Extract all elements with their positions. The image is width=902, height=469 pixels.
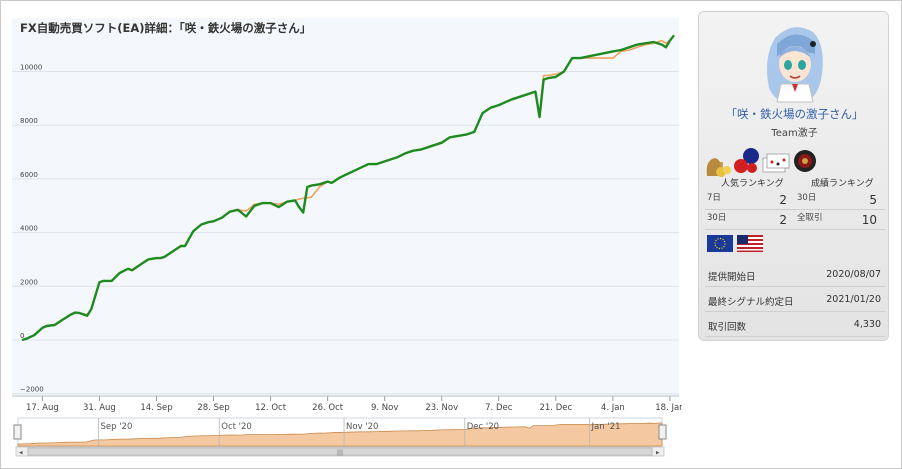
navigator-month-label: Oct '20 xyxy=(221,422,252,432)
navigator-month-label: Dec '20 xyxy=(467,422,499,432)
info-value: 2020/08/07 xyxy=(826,269,881,280)
info-label: 提供開始日 xyxy=(708,272,756,283)
x-tick-label: 4. Jan xyxy=(601,403,625,413)
roulette-icon xyxy=(794,150,816,172)
x-tick-label: 14. Sep xyxy=(140,403,172,413)
x-tick-label: 18. Jan xyxy=(655,403,682,413)
signal-profile-card: 「咲・鉄火場の激子さん」 Team激子 人気ランキング 成績ランキング 7日 2… xyxy=(698,11,889,341)
speech-bubbles-icon xyxy=(734,148,759,173)
us-flag-icon xyxy=(737,235,763,252)
y-tick-label: 4000 xyxy=(20,225,38,233)
navigator-month-label: Nov '20 xyxy=(346,422,378,432)
stat-cell: 7日 2 xyxy=(705,190,793,210)
navigator-left-handle[interactable] xyxy=(13,424,22,440)
chart-container: −2000 0 2000 4000 6000 8000 10000 17. Aug 31. A… xyxy=(6,14,682,464)
stat-value: 2 xyxy=(779,193,787,207)
stat-label: 30日 xyxy=(797,193,817,203)
info-value: 4,330 xyxy=(853,319,881,330)
info-row: 取引回数 4,330 xyxy=(705,312,885,337)
signal-info: 提供開始日 2020/08/07 最終シグナル約定日 2021/01/20 取引… xyxy=(705,262,885,337)
stat-label: 30日 xyxy=(707,213,727,223)
team-name: Team激子 xyxy=(771,128,818,139)
scroll-left-arrow[interactable]: ◂ xyxy=(19,449,23,457)
stats-row: 30日 2 全取引 10 xyxy=(705,210,885,230)
info-label: 取引回数 xyxy=(708,322,747,333)
info-value: 2021/01/20 xyxy=(826,294,881,305)
signal-name-link[interactable]: 「咲・鉄火場の激子さん」 xyxy=(699,106,890,122)
chart-title: FX自動売買ソフト(EA)詳細：「咲・鉄火場の激子さん」 xyxy=(20,21,311,35)
stat-value: 2 xyxy=(779,213,787,227)
navigator-right-handle[interactable] xyxy=(658,424,667,440)
equity-chart: −20000200040006000800010000 17. Aug 31. A… xyxy=(12,18,682,457)
info-row: 提供開始日 2020/08/07 xyxy=(705,262,885,287)
performance-ranking-label[interactable]: 成績ランキング xyxy=(811,176,874,189)
x-tick-label: 7. Dec xyxy=(485,403,513,413)
y-tick-label: 8000 xyxy=(20,117,38,125)
stat-cell: 30日 2 xyxy=(705,210,793,230)
stat-label: 全取引 xyxy=(797,213,823,223)
stats-row: 7日 2 30日 5 xyxy=(705,190,885,210)
scroll-right-arrow[interactable]: ▸ xyxy=(656,449,660,457)
x-tick-label: 28. Sep xyxy=(197,403,229,413)
eu-flag-icon xyxy=(707,235,733,252)
ranking-stats: 7日 2 30日 5 30日 2 全取引 10 xyxy=(705,190,885,230)
stat-cell: 全取引 10 xyxy=(795,210,883,230)
popular-ranking-label[interactable]: 人気ランキング xyxy=(721,176,784,189)
x-tick-label: 26. Oct xyxy=(312,403,344,413)
stat-value: 10 xyxy=(861,213,877,227)
stat-cell: 30日 5 xyxy=(795,190,883,210)
navigator-month-label: Sep '20 xyxy=(101,422,133,432)
y-tick-label: −2000 xyxy=(20,386,44,394)
x-tick-label: 17. Aug xyxy=(26,403,59,413)
x-tick-label: 9. Nov xyxy=(371,403,398,413)
stat-label: 7日 xyxy=(707,193,721,203)
anime-girl-avatar-icon[interactable] xyxy=(759,18,831,104)
plot-background xyxy=(12,18,679,396)
cards-icon xyxy=(762,153,790,173)
scrollbar-grip: ||| xyxy=(337,450,343,457)
info-label: 最終シグナル約定日 xyxy=(708,297,794,308)
money-bag-icon xyxy=(706,158,731,177)
x-tick-label: 21. Dec xyxy=(539,403,572,413)
navigator-month-label: Jan '21 xyxy=(591,422,621,432)
y-tick-label: 2000 xyxy=(20,278,38,286)
badge-row xyxy=(706,148,816,177)
y-tick-label: 6000 xyxy=(20,171,38,179)
y-tick-label: 10000 xyxy=(20,64,42,72)
x-tick-label: 12. Oct xyxy=(255,403,287,413)
currency-pair-flags xyxy=(707,235,763,252)
x-tick-label: 31. Aug xyxy=(83,403,116,413)
x-tick-label: 23. Nov xyxy=(425,403,458,413)
stat-value: 5 xyxy=(869,193,877,207)
info-row: 最終シグナル約定日 2021/01/20 xyxy=(705,287,885,312)
